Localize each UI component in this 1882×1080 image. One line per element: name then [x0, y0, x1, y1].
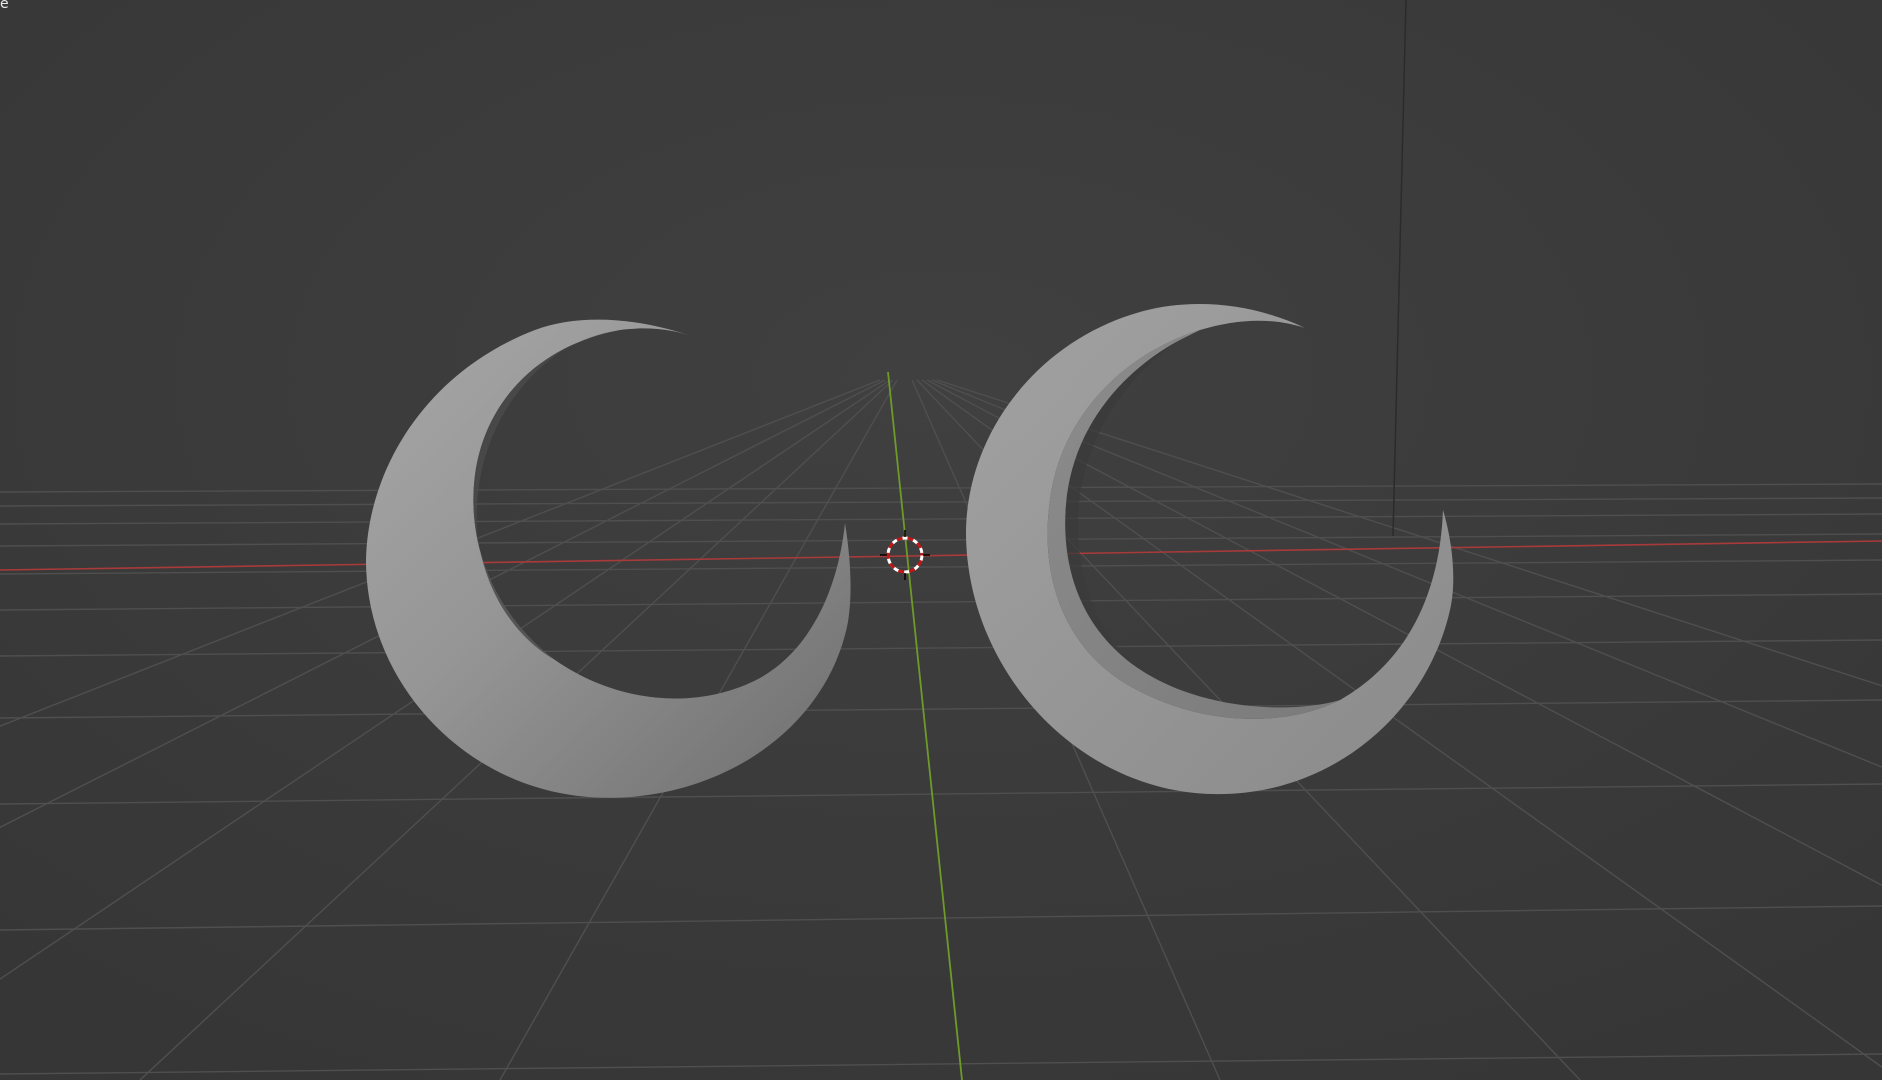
- viewport-canvas[interactable]: [0, 0, 1882, 1080]
- viewport-corner-label: e: [0, 0, 9, 12]
- 3d-viewport[interactable]: e: [0, 0, 1882, 1080]
